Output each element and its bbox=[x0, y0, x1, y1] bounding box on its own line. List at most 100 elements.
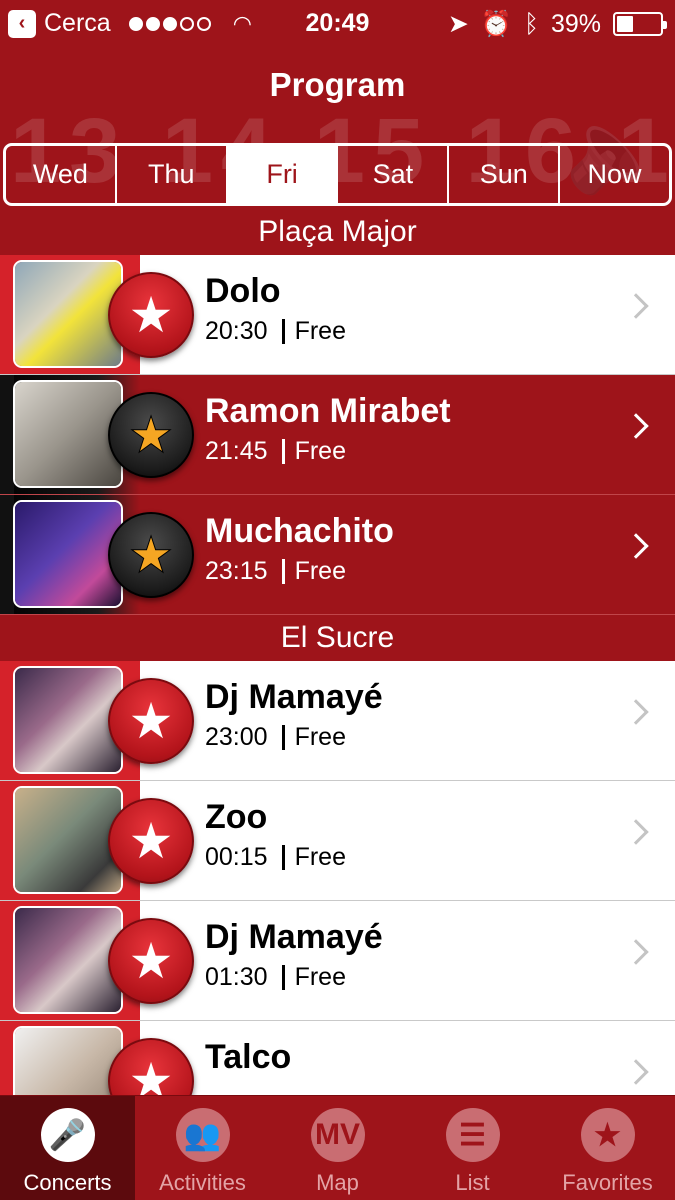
chevron-right-icon bbox=[623, 293, 649, 319]
event-row[interactable]: ★ Talco bbox=[0, 1021, 675, 1095]
tab-day-sun[interactable]: Sun bbox=[449, 146, 561, 203]
tab-favorites[interactable]: ★ Favorites bbox=[540, 1096, 675, 1200]
meta-separator bbox=[281, 965, 285, 990]
artist-photo bbox=[13, 500, 123, 608]
tab-activities[interactable]: 👥 Activities bbox=[135, 1096, 270, 1200]
artist-photo bbox=[13, 906, 123, 1014]
favorite-toggle-button[interactable]: ★ bbox=[108, 918, 194, 1004]
artist-photo bbox=[13, 1026, 123, 1095]
event-price: Free bbox=[294, 557, 346, 585]
signal-dot bbox=[128, 16, 143, 31]
star-icon: ★ bbox=[128, 693, 174, 749]
event-row[interactable]: ★ Dolo 20:30 Free bbox=[0, 255, 675, 375]
list-icon: ☰ bbox=[445, 1108, 500, 1162]
audience-icon: 👥 bbox=[175, 1108, 230, 1162]
status-left: ‹ Cerca ◠ bbox=[8, 9, 252, 38]
event-meta: 21:45 Free bbox=[205, 437, 346, 466]
tab-day-sat[interactable]: Sat bbox=[338, 146, 450, 203]
favorite-toggle-button[interactable]: ★ bbox=[108, 678, 194, 764]
event-row[interactable]: ★ Ramon Mirabet 21:45 Free bbox=[0, 375, 675, 495]
signal-dot bbox=[179, 16, 194, 31]
section-header: Plaça Major bbox=[0, 209, 675, 255]
favorite-toggle-button[interactable]: ★ bbox=[108, 272, 194, 358]
tab-label: Map bbox=[316, 1170, 359, 1195]
artist-photo-image bbox=[15, 908, 121, 1012]
artist-photo bbox=[13, 380, 123, 488]
battery-percent: 39% bbox=[550, 9, 601, 38]
event-time: 00:15 bbox=[205, 843, 268, 871]
meta-separator bbox=[281, 845, 285, 870]
star-icon: ★ bbox=[128, 527, 174, 583]
battery-icon bbox=[613, 12, 667, 36]
artist-name: Muchachito bbox=[205, 512, 394, 550]
meta-separator bbox=[281, 319, 285, 344]
chevron-right-icon bbox=[623, 819, 649, 845]
artist-name: Zoo bbox=[205, 798, 268, 836]
event-meta: 01:30 Free bbox=[205, 963, 346, 992]
status-right: ➤ ⏰ ᛒ 39% bbox=[448, 9, 667, 39]
signal-dot bbox=[145, 16, 160, 31]
event-meta: 00:15 Free bbox=[205, 843, 346, 872]
event-list[interactable]: Plaça Major ★ Dolo 20:30 Free ★ Ramon Mirabet 2… bbox=[0, 209, 675, 1095]
row-stripe bbox=[0, 255, 14, 374]
tab-label: List bbox=[455, 1170, 490, 1195]
event-time: 01:30 bbox=[205, 963, 268, 991]
event-row[interactable]: ★ Zoo 00:15 Free bbox=[0, 781, 675, 901]
favorite-toggle-button[interactable]: ★ bbox=[108, 512, 194, 598]
tab-day-now[interactable]: Now bbox=[560, 146, 669, 203]
chevron-right-icon bbox=[623, 939, 649, 965]
star-icon: ★ bbox=[128, 287, 174, 343]
battery-fill bbox=[617, 16, 634, 32]
bluetooth-icon: ᛒ bbox=[523, 9, 539, 38]
event-time: 23:00 bbox=[205, 723, 268, 751]
favorite-toggle-button[interactable]: ★ bbox=[108, 798, 194, 884]
page-title: Program bbox=[269, 66, 406, 103]
star-icon: ★ bbox=[580, 1108, 635, 1162]
back-to-app-label[interactable]: Cerca bbox=[44, 9, 111, 38]
event-price: Free bbox=[294, 317, 346, 345]
event-price: Free bbox=[294, 963, 346, 991]
row-stripe bbox=[0, 495, 14, 614]
row-stripe bbox=[0, 1021, 14, 1095]
artist-photo-image bbox=[15, 668, 121, 772]
artist-photo-image bbox=[15, 262, 121, 366]
row-stripe bbox=[0, 781, 14, 900]
back-to-app-icon[interactable]: ‹ bbox=[8, 9, 36, 38]
meta-separator bbox=[281, 725, 285, 750]
chevron-right-icon bbox=[623, 413, 649, 439]
tab-label: Favorites bbox=[562, 1170, 653, 1195]
row-stripe bbox=[0, 901, 14, 1020]
event-price: Free bbox=[294, 723, 346, 751]
chevron-right-icon bbox=[623, 1059, 649, 1085]
event-meta: 20:30 Free bbox=[205, 317, 346, 346]
artist-photo bbox=[13, 260, 123, 368]
artist-name: Dj Mamayé bbox=[205, 678, 383, 716]
tab-label: Concerts bbox=[23, 1170, 112, 1195]
map-mv-icon: MV bbox=[310, 1108, 365, 1162]
favorite-toggle-button[interactable]: ★ bbox=[108, 392, 194, 478]
star-icon: ★ bbox=[128, 407, 174, 463]
event-price: Free bbox=[294, 843, 346, 871]
event-row[interactable]: ★ Dj Mamayé 01:30 Free bbox=[0, 901, 675, 1021]
tab-day-thu[interactable]: Thu bbox=[117, 146, 228, 203]
day-selector: Wed Thu Fri Sat Sun Now bbox=[3, 143, 672, 206]
row-stripe bbox=[0, 375, 14, 494]
event-row[interactable]: ★ Muchachito 23:15 Free bbox=[0, 495, 675, 615]
tab-list[interactable]: ☰ List bbox=[405, 1096, 540, 1200]
tab-label: Activities bbox=[159, 1170, 246, 1195]
artist-name: Ramon Mirabet bbox=[205, 392, 451, 430]
signal-strength-icon bbox=[128, 16, 211, 31]
wifi-icon: ◠ bbox=[232, 10, 252, 36]
event-row[interactable]: ★ Dj Mamayé 23:00 Free bbox=[0, 661, 675, 781]
tab-day-fri[interactable]: Fri bbox=[227, 146, 339, 203]
artist-name: Talco bbox=[205, 1038, 292, 1076]
artist-photo bbox=[13, 666, 123, 774]
artist-photo-image bbox=[15, 382, 121, 486]
tab-day-wed[interactable]: Wed bbox=[6, 146, 117, 203]
event-time: 21:45 bbox=[205, 437, 268, 465]
tab-concerts[interactable]: 🎤 Concerts bbox=[0, 1096, 135, 1200]
section-header: El Sucre bbox=[0, 615, 675, 661]
event-time: 20:30 bbox=[205, 317, 268, 345]
tab-map[interactable]: MV Map bbox=[270, 1096, 405, 1200]
signal-dot bbox=[162, 16, 177, 31]
